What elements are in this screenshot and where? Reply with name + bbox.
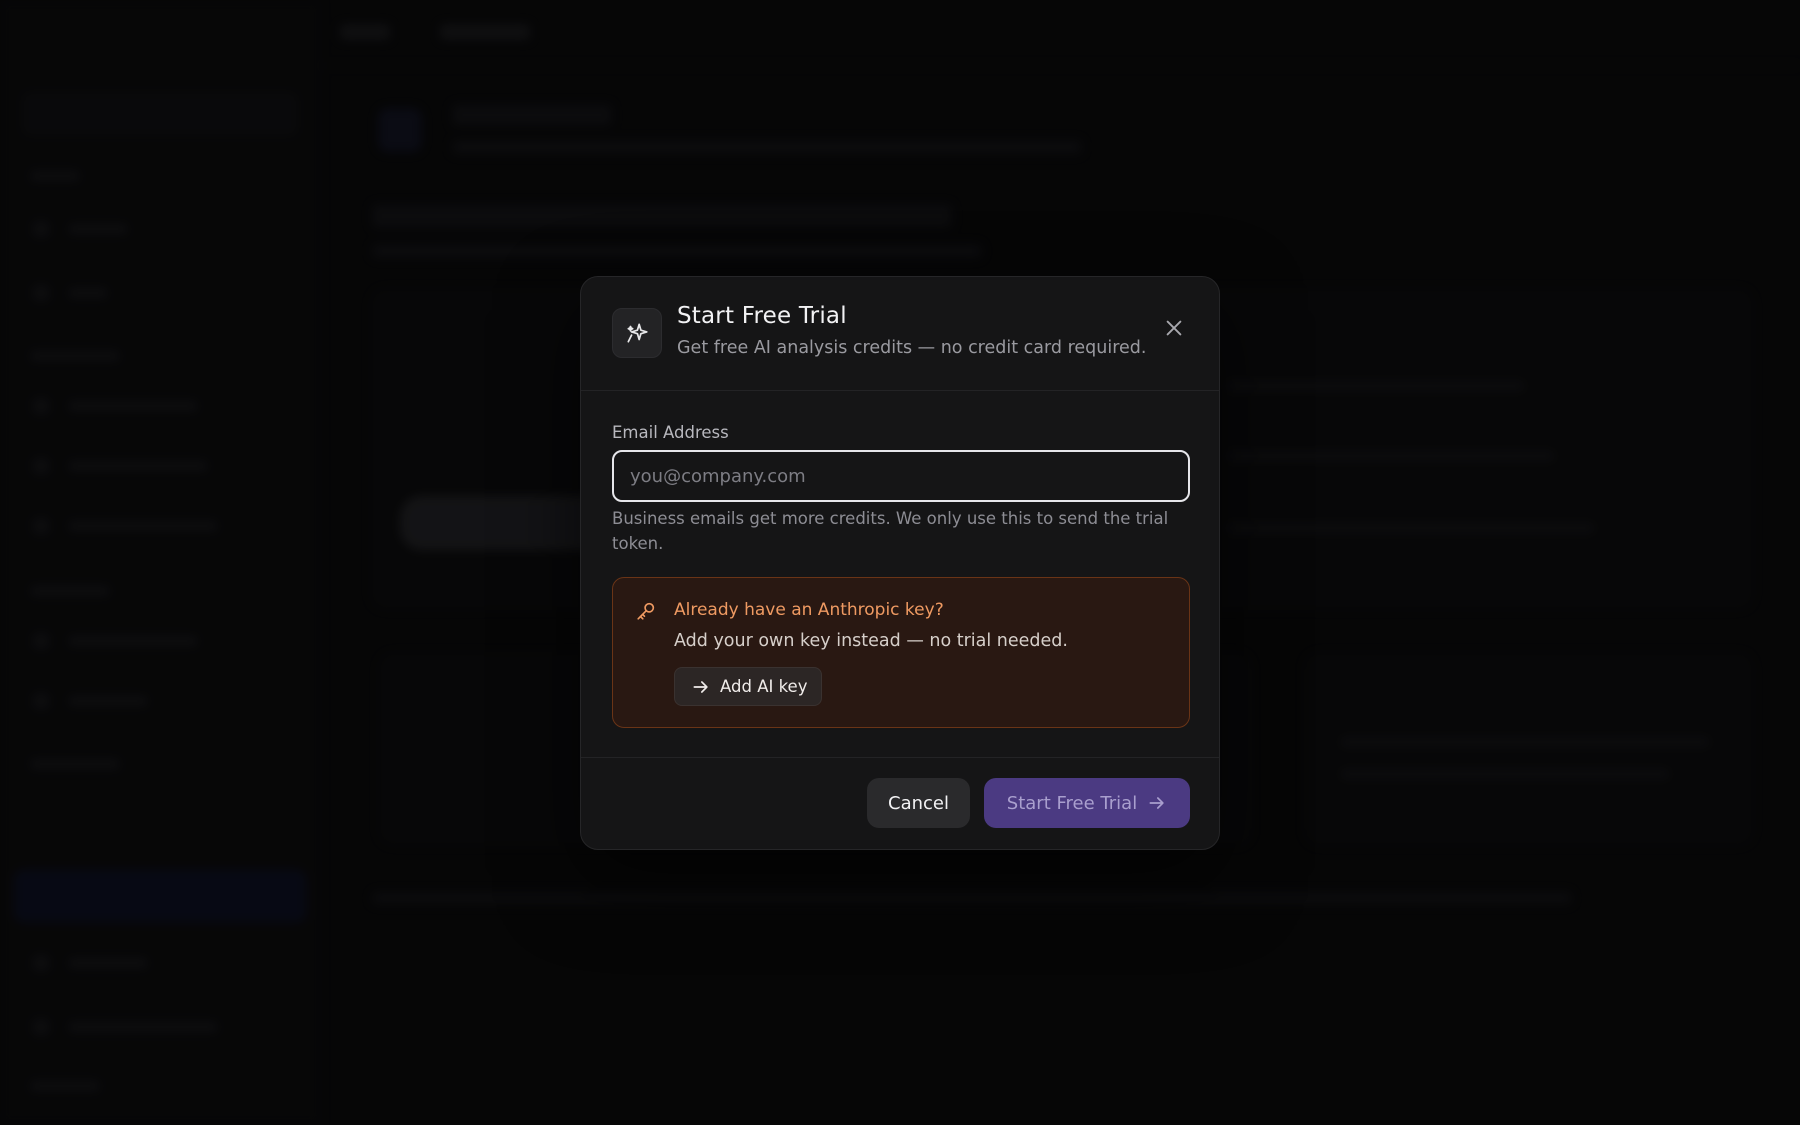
start-trial-modal: Start Free Trial Get free AI analysis cr… — [580, 276, 1220, 850]
key-icon — [637, 602, 655, 620]
email-input[interactable] — [612, 450, 1190, 502]
key-callout-title: Already have an Anthropic key? — [674, 600, 944, 620]
arrow-right-icon — [1149, 797, 1164, 809]
start-free-trial-label: Start Free Trial — [1006, 792, 1138, 814]
modal-title: Start Free Trial — [677, 303, 847, 329]
email-label: Email Address — [612, 423, 729, 442]
sparkle-icon — [612, 308, 662, 358]
email-help-text: Business emails get more credits. We onl… — [612, 509, 1169, 553]
cancel-button[interactable]: Cancel — [867, 778, 970, 828]
close-icon — [1166, 320, 1182, 336]
modal-footer: Cancel Start Free Trial — [581, 757, 1219, 849]
close-button[interactable] — [1159, 313, 1189, 343]
anthropic-key-callout: Already have an Anthropic key? Add your … — [612, 577, 1190, 728]
start-free-trial-button[interactable]: Start Free Trial — [984, 778, 1190, 828]
key-callout-text: Add your own key instead — no trial need… — [674, 631, 1068, 651]
modal-header: Start Free Trial Get free AI analysis cr… — [581, 277, 1219, 391]
add-ai-key-button[interactable]: Add AI key — [674, 667, 823, 706]
modal-subtitle: Get free AI analysis credits — no credit… — [677, 338, 1147, 358]
add-ai-key-label: Add AI key — [720, 677, 808, 696]
arrow-right-icon — [693, 680, 708, 693]
